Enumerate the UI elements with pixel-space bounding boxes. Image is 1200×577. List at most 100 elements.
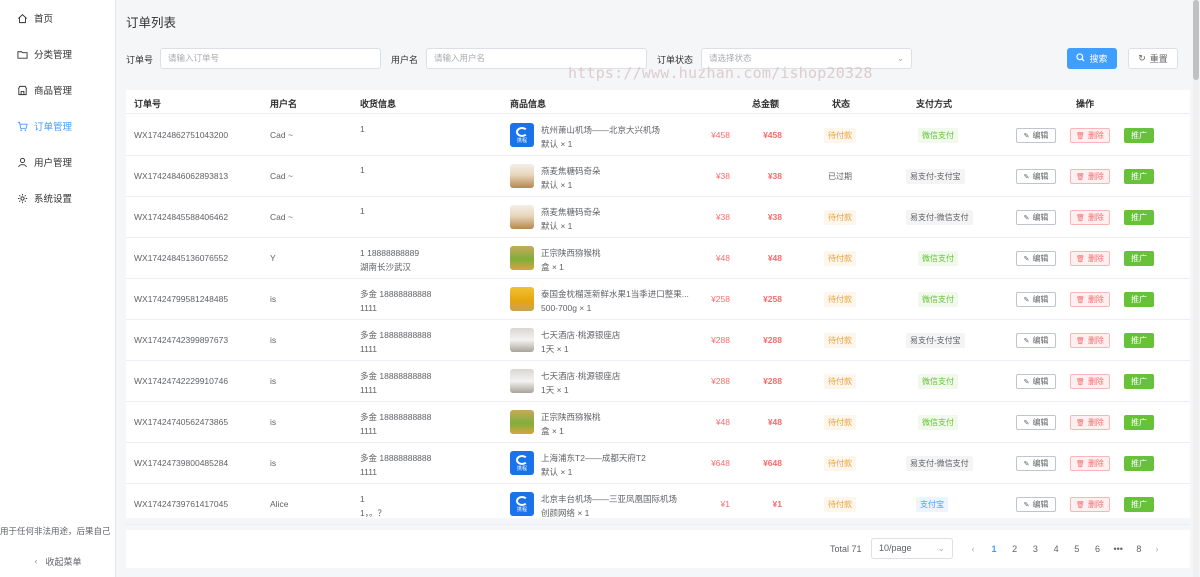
product-name: 七天酒店·桃源银座店 [541,330,621,340]
page-number[interactable]: 2 [1008,544,1022,554]
edit-button[interactable]: ✎ 编辑 [1016,169,1056,184]
page-number[interactable]: 3 [1028,544,1042,554]
edit-icon: ✎ [1023,214,1030,222]
scrollbar[interactable] [1193,0,1199,577]
sidebar-item-2[interactable]: 商品管理 [0,72,115,108]
page-number[interactable]: 4 [1049,544,1063,554]
order-status-label: 订单状态 [657,55,694,65]
header-status: 状态 [832,99,851,109]
promote-button[interactable]: 推广 [1124,497,1154,512]
payment-badge: 微信支付 [918,415,958,430]
product-info: 正宗陕西猕猴桃盒 × 1 [541,410,701,438]
product-info: 七天酒店·桃源银座店 1天 × 1 [541,328,701,356]
product-info: 燕麦焦糖码奇朵 默认 × 1 [541,205,701,233]
edit-icon: ✎ [1023,419,1030,427]
delete-button[interactable]: 🗑 删除 [1070,128,1110,143]
delete-button[interactable]: 🗑 删除 [1070,169,1110,184]
username: is [270,417,277,427]
promote-button[interactable]: 推广 [1124,251,1154,266]
promote-button[interactable]: 推广 [1124,169,1154,184]
product-thumbnail: 携程 [510,451,534,475]
order-no: WX17424799581248485 [134,294,229,304]
page-number[interactable]: 1 [987,544,1001,554]
edit-button[interactable]: ✎ 编辑 [1016,251,1056,266]
edit-button[interactable]: ✎ 编辑 [1016,128,1056,143]
promote-label: 推广 [1131,418,1147,427]
page-size-select[interactable]: 10/page ⌄ [871,538,953,559]
promote-button[interactable]: 推广 [1124,456,1154,471]
sidebar-note: 用于任何非法用途，后果自己 [0,526,111,536]
trash-icon: 🗑 [1076,296,1085,304]
delete-button[interactable]: 🗑 删除 [1070,251,1110,266]
promote-button[interactable]: 推广 [1124,210,1154,225]
edit-button[interactable]: ✎ 编辑 [1016,210,1056,225]
promote-button[interactable]: 推广 [1124,415,1154,430]
payment-badge: 微信支付 [918,251,958,266]
prev-page-button[interactable]: ‹ [966,544,980,554]
delete-button[interactable]: 🗑 删除 [1070,456,1110,471]
delete-button[interactable]: 🗑 删除 [1070,374,1110,389]
unit-price: ¥38 [715,171,730,181]
scrollbar-thumb[interactable] [1193,0,1199,80]
delete-button[interactable]: 🗑 删除 [1070,333,1110,348]
delete-button[interactable]: 🗑 删除 [1070,497,1110,512]
sidebar-item-1[interactable]: 分类管理 [0,36,115,72]
header-total: 总金额 [752,99,780,109]
payment-badge: 易支付-支付宝 [906,169,965,184]
order-status-select[interactable]: 请选择状态 ⌄ [701,48,912,69]
table-row: WX17424742399897673 is 多金 18888888888 1111 七… [126,320,1190,361]
order-table: 订单号 用户名 收货信息 商品信息 总金额 状态 支付方式 操作 WX17424… [126,90,1190,525]
promote-button[interactable]: 推广 [1124,374,1154,389]
shipping-info: 1 [360,204,365,218]
page-ellipsis[interactable]: ••• [1111,544,1125,554]
sidebar-item-label: 商品管理 [34,86,73,97]
edit-button[interactable]: ✎ 编辑 [1016,497,1056,512]
trash-icon: 🗑 [1076,337,1085,345]
collapse-menu-button[interactable]: ‹ 收起菜单 [0,553,116,569]
status-badge: 待付款 [824,415,856,430]
delete-button[interactable]: 🗑 删除 [1070,415,1110,430]
edit-icon: ✎ [1023,173,1030,181]
sidebar-item-4[interactable]: 用户管理 [0,144,115,180]
edit-button[interactable]: ✎ 编辑 [1016,333,1056,348]
page-number[interactable]: 6 [1091,544,1105,554]
shipping-line-2: 1111 [360,303,378,313]
edit-button[interactable]: ✎ 编辑 [1016,415,1056,430]
page-number[interactable]: 8 [1132,544,1146,554]
gear-icon [16,192,28,204]
username: Cad ~ [270,212,293,222]
delete-button[interactable]: 🗑 删除 [1070,292,1110,307]
sidebar-item-5[interactable]: 系统设置 [0,180,115,216]
page-number[interactable]: 5 [1070,544,1084,554]
logo-icon [516,455,528,465]
order-no-label: 订单号 [126,55,154,65]
order-no-input[interactable]: 请输入订单号 [160,48,381,69]
delete-button[interactable]: 🗑 删除 [1070,210,1110,225]
promote-button[interactable]: 推广 [1124,292,1154,307]
shipping-info: 多金 18888888888 1111 [360,287,431,315]
product-name: 七天酒店·桃源银座店 [541,371,621,381]
shipping-line-1: 1 [360,206,365,216]
cart-icon [16,120,28,132]
shipping-line-2: 1111 [360,467,378,477]
product-thumbnail: 携程 [510,492,534,516]
edit-button[interactable]: ✎ 编辑 [1016,456,1056,471]
sidebar-item-3[interactable]: 订单管理 [0,108,115,144]
edit-label: 编辑 [1032,213,1049,222]
folder-icon [16,48,28,60]
product-spec: 500-700g × 1 [541,303,592,313]
promote-button[interactable]: 推广 [1124,333,1154,348]
sidebar-item-0[interactable]: 首页 [0,0,115,36]
product-thumbnail [510,410,534,434]
username-input[interactable]: 请输入用户名 [426,48,647,69]
search-button[interactable]: 搜索 [1067,48,1117,69]
unit-price: ¥48 [715,253,730,263]
order-no: WX17424846062893813 [134,171,229,181]
edit-label: 编辑 [1032,295,1049,304]
promote-button[interactable]: 推广 [1124,128,1154,143]
reset-button[interactable]: ↻ 重置 [1128,48,1178,69]
order-no: WX17424845136076552 [134,253,229,263]
edit-button[interactable]: ✎ 编辑 [1016,374,1056,389]
next-page-button[interactable]: › [1150,544,1164,554]
edit-button[interactable]: ✎ 编辑 [1016,292,1056,307]
